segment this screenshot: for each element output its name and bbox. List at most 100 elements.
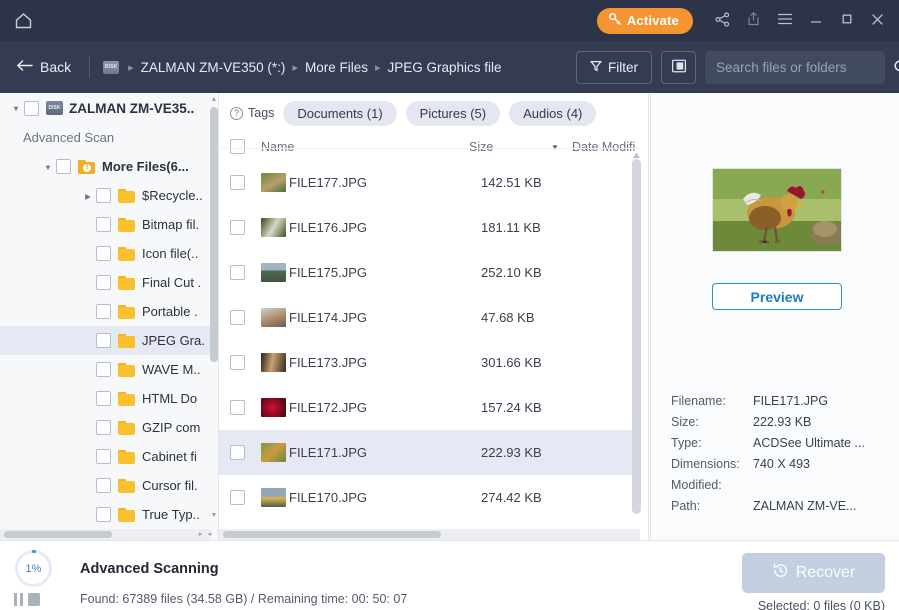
root-checkbox[interactable] [24,100,39,116]
sidebar-vertical-scrollbar-thumb[interactable] [210,107,218,362]
column-header-date-modified[interactable]: Date Modifi [572,140,635,154]
row-checkbox[interactable] [230,175,245,190]
file-thumbnail [261,308,286,327]
sidebar-item-icon-file[interactable]: Icon file(.. [0,239,211,268]
sidebar-horizontal-scrollbar-thumb[interactable] [4,531,112,538]
breadcrumb-item-more-files[interactable]: More Files [305,60,368,75]
file-size: 274.42 KB [481,490,542,505]
row-checkbox[interactable] [230,355,245,370]
filter-button[interactable]: Filter [576,50,652,84]
sidebar-item-recycle[interactable]: $Recycle.. [0,181,211,210]
minimize-button[interactable] [800,0,831,41]
sidebar-item-portable[interactable]: Portable . [0,297,211,326]
filelist-horizontal-scrollbar-thumb[interactable] [223,531,441,538]
breadcrumb-item-drive[interactable]: ZALMAN ZM-VE350 (*:) [141,60,286,75]
recover-button[interactable]: Recover [742,553,885,593]
breadcrumb: DISK ▸ ZALMAN ZM-VE350 (*:) ▸ More Files… [103,60,502,75]
item-checkbox[interactable] [96,246,111,261]
file-thumbnail [261,488,286,507]
sidebar-scroll-right-arrow[interactable]: ▸ [196,529,205,540]
item-checkbox[interactable] [96,217,111,232]
item-checkbox[interactable] [96,478,111,493]
file-rows: FILE177.JPG 142.51 KB FILE176.JPG 181.11… [219,160,640,528]
activate-button[interactable]: Activate [596,7,693,34]
sidebar-item-final-cut[interactable]: Final Cut . [0,268,211,297]
select-all-checkbox[interactable] [230,139,245,154]
share-button[interactable] [707,0,738,41]
table-row[interactable]: FILE170.JPG 274.42 KB [219,475,640,520]
sidebar-item-wave[interactable]: WAVE M.. [0,355,211,384]
sidebar-item-jpeg-graphics[interactable]: JPEG Gra. [0,326,211,355]
tags-bar: ? Tags Documents (1) Pictures (5) Audios… [219,93,649,133]
item-checkbox[interactable] [96,449,111,464]
row-checkbox[interactable] [230,310,245,325]
tag-chip-audios[interactable]: Audios (4) [509,100,597,126]
stop-icon[interactable] [28,593,40,606]
preview-thumbnail[interactable] [712,168,844,252]
item-checkbox[interactable] [96,362,111,377]
sidebar-scroll-left-arrow[interactable]: ◂ [205,529,214,540]
sidebar-item-root-drive[interactable]: DISK ZALMAN ZM-VE35.. [0,93,211,123]
metadata-key: Modified: [671,478,722,492]
back-button[interactable]: Back [12,59,75,75]
table-row[interactable]: FILE176.JPG 181.11 KB [219,205,640,250]
metadata-value: FILE171.JPG [753,394,829,408]
search-icon[interactable] [893,59,899,75]
help-icon[interactable]: ? [230,106,243,120]
pause-icon[interactable] [14,593,23,606]
item-checkbox[interactable] [96,188,111,203]
item-checkbox[interactable] [96,507,111,522]
tag-chip-pictures[interactable]: Pictures (5) [405,100,501,126]
row-checkbox[interactable] [230,490,245,505]
toggle-preview-panel-button[interactable] [661,50,696,84]
filelist-vertical-scrollbar-thumb[interactable] [632,159,641,514]
table-row[interactable]: FILE172.JPG 157.24 KB [219,385,640,430]
search-box[interactable] [705,50,899,84]
table-row[interactable]: FILE173.JPG 301.66 KB [219,340,640,385]
menu-button[interactable] [769,0,800,41]
row-checkbox[interactable] [230,445,245,460]
home-button[interactable] [0,0,46,41]
chevron-down-icon[interactable] [40,162,56,172]
item-checkbox[interactable] [96,391,111,406]
item-checkbox[interactable] [96,275,111,290]
metadata-row: Dimensions: 740 X 493 [671,454,891,475]
file-name: FILE172.JPG [289,400,368,415]
chevron-down-icon[interactable] [8,103,24,113]
more-files-checkbox[interactable] [56,159,71,174]
preview-button[interactable]: Preview [712,283,842,310]
search-input[interactable] [716,59,893,75]
export-button[interactable] [738,0,769,41]
sidebar-item-cursor[interactable]: Cursor fil. [0,471,211,500]
file-size: 222.93 KB [481,445,542,460]
table-row[interactable]: FILE171.JPG 222.93 KB [219,430,640,475]
sidebar-item-cabinet[interactable]: Cabinet fi [0,442,211,471]
sidebar-item-html[interactable]: HTML Do [0,384,211,413]
sidebar-item-bitmap[interactable]: Bitmap fil. [0,210,211,239]
table-row[interactable]: FILE174.JPG 47.68 KB [219,295,640,340]
row-checkbox[interactable] [230,220,245,235]
sidebar-scroll-down-arrow[interactable]: ▼ [210,511,218,520]
metadata-key: Type: [671,436,702,450]
row-checkbox[interactable] [230,265,245,280]
table-row[interactable]: FILE177.JPG 142.51 KB [219,160,640,205]
item-checkbox[interactable] [96,333,111,348]
maximize-button[interactable] [831,0,862,41]
progress-percent: 1% [25,562,42,575]
item-checkbox[interactable] [96,420,111,435]
table-row[interactable]: FILE175.JPG 252.10 KB [219,250,640,295]
breadcrumb-item-jpeg[interactable]: JPEG Graphics file [388,60,502,75]
column-header-size[interactable]: Size [469,140,493,154]
sidebar-item-truetype[interactable]: True Typ.. [0,500,211,529]
close-button[interactable] [862,0,893,41]
tag-chip-documents[interactable]: Documents (1) [283,100,397,126]
row-checkbox[interactable] [230,400,245,415]
sidebar-item-more-files[interactable]: ! More Files(6... [0,152,211,181]
file-name: FILE176.JPG [289,220,368,235]
filelist-right-border [648,93,649,540]
sidebar-item-gzip[interactable]: GZIP com [0,413,211,442]
item-checkbox[interactable] [96,304,111,319]
chevron-right-icon[interactable] [80,191,96,201]
column-header-name[interactable]: Name [261,140,294,154]
toolbar-actions: Filter [576,50,899,84]
